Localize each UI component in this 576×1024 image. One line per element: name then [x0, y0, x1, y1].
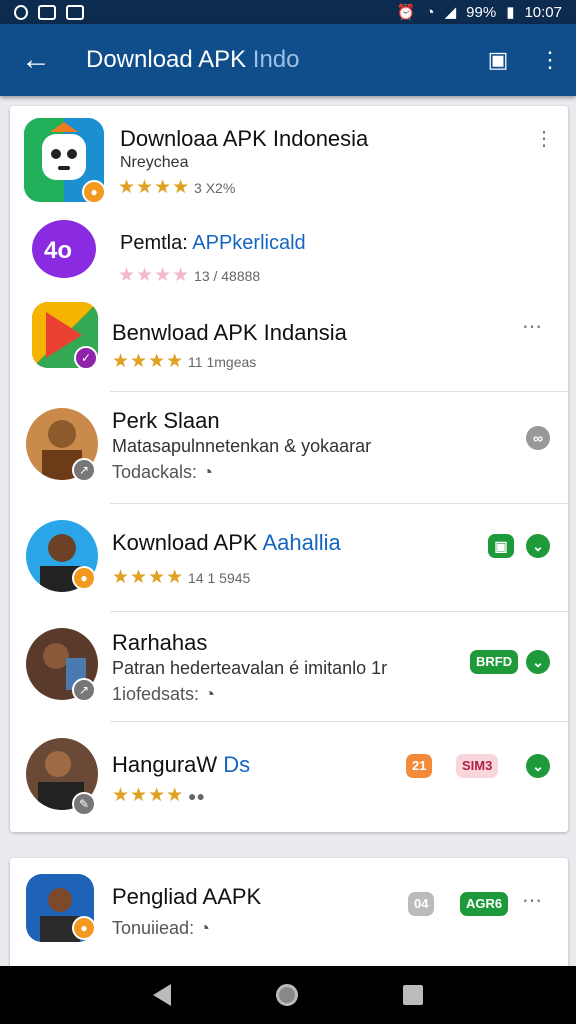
- emoji-icons: ●●: [188, 788, 205, 804]
- shield-icon[interactable]: ▣: [488, 534, 514, 558]
- item-rating: ★★★★ 3 X2%: [118, 176, 235, 199]
- item-title: Perk Slaan: [112, 408, 220, 433]
- badge-40-icon: 4o: [44, 237, 72, 264]
- battery-level: 99%: [466, 3, 497, 21]
- item-meta: 1iofedsats:: [112, 684, 200, 704]
- item-meta: Tonuiiead:: [112, 918, 195, 938]
- label-badge: SIM3: [456, 754, 499, 778]
- item-meta: 14 1 5945: [188, 570, 251, 586]
- list-item[interactable]: ✎ HanguraW Ds ★★★★ ●● 21 SIM3 ⌄: [10, 722, 568, 832]
- app-bar: ← Download APK Indo ▣ ⋮: [0, 24, 576, 96]
- wifi-icon: ◔: [425, 3, 435, 21]
- svg-text:4o: 4o: [44, 237, 72, 264]
- item-title-main: Pemtla:: [120, 232, 193, 254]
- signal-icon: ◢: [444, 4, 457, 21]
- download-icon[interactable]: ⌄: [526, 534, 550, 558]
- item-subtitle: Nreychea: [120, 154, 189, 171]
- notification-icon: [14, 4, 28, 20]
- item-title: HanguraW Ds: [112, 752, 250, 778]
- item-title-main: Kownload APK: [112, 530, 263, 555]
- item-title: Pengliad AAPK: [112, 884, 262, 909]
- list-item[interactable]: ↗ Rarhahas Patran hederteavalan é imitan…: [10, 612, 568, 722]
- item-meta: 3 X2%: [194, 180, 236, 196]
- item-title-accent: Ds: [217, 752, 251, 777]
- item-title: Kownload APK Aahallia: [112, 530, 341, 556]
- item-subtitle: Patran hederteavalan é imitanlo 1r: [112, 658, 388, 678]
- page-title: Download APK Indo: [72, 46, 472, 74]
- item-rating: ★★★★ ●●: [112, 784, 205, 807]
- status-notifications: [14, 4, 84, 20]
- title-main: Download APK: [86, 46, 247, 73]
- item-meta: 11 1mgeas: [188, 354, 257, 370]
- status-bar: ⏰ ◔ ◢ 99% ▮ 10:07: [0, 0, 576, 24]
- nav-back-icon[interactable]: [152, 984, 171, 1006]
- count-badge: 21: [406, 754, 433, 778]
- item-rating: ★★★★ 14 1 5945: [112, 566, 250, 589]
- item-title: Downloaa APK Indonesia: [120, 126, 369, 151]
- link-icon[interactable]: ∞: [526, 426, 550, 450]
- clock-icon: ◔: [202, 462, 213, 482]
- list-item[interactable]: ↗ Perk Slaan Matasapulnnetenkan & yokaar…: [10, 392, 568, 504]
- item-meta-row: Tonuiiead: ◔: [112, 918, 210, 939]
- list-item[interactable]: ● Downloaa APK Indonesia Nreychea ★★★★ 3…: [10, 106, 568, 214]
- app-icon: 4o: [32, 220, 96, 278]
- overflow-menu-icon[interactable]: ⋮: [524, 47, 576, 73]
- status-badge-icon: ↗: [72, 678, 96, 702]
- image-notification-icon: [38, 4, 56, 20]
- item-title: Pemtla: APPkerlicald: [120, 232, 306, 255]
- list-item[interactable]: ● Pengliad AAPK Tonuiiead: ◔ 04 AGR6 ⋯: [10, 858, 568, 958]
- update-badge-icon: ●: [72, 566, 96, 590]
- more-vert-icon[interactable]: ⋮: [534, 126, 554, 151]
- item-meta: 13 / 48888: [194, 268, 261, 284]
- title-suffix: Indo: [246, 46, 300, 73]
- status-badge-icon: ↗: [72, 458, 96, 482]
- item-meta: Todackals:: [112, 462, 198, 482]
- update-badge-icon: ●: [82, 180, 106, 204]
- item-rating: ★★★★ 13 / 48888: [118, 264, 260, 287]
- screenshot-icon[interactable]: ▣: [472, 47, 524, 73]
- clock-icon: ◔: [199, 918, 210, 938]
- clock-icon: ◔: [204, 684, 215, 704]
- status-badge: AGR6: [460, 892, 509, 916]
- rating-stars: ★★★★: [118, 265, 191, 286]
- status-badge-icon: ✎: [72, 792, 96, 816]
- list-item[interactable]: ● Kownload APK Aahallia ★★★★ 14 1 5945 ▣…: [10, 504, 568, 612]
- more-horiz-icon[interactable]: ⋯: [522, 888, 542, 913]
- clock: 10:07: [524, 3, 562, 21]
- count-badge: 04: [408, 892, 435, 916]
- list-item[interactable]: 4o Pemtla: APPkerlicald ★★★★ 13 / 48888: [10, 214, 568, 294]
- rating-stars: ★★★★: [112, 351, 185, 372]
- item-title: Rarhahas: [112, 630, 208, 655]
- back-arrow-icon[interactable]: ←: [0, 43, 72, 77]
- alarm-icon: ⏰: [396, 4, 416, 21]
- rating-stars: ★★★★: [112, 785, 185, 806]
- verified-badge-icon: ✓: [74, 346, 98, 370]
- list-item[interactable]: ✓ Benwload APK Indansia ★★★★ 11 1mgeas ⋯: [10, 294, 568, 392]
- status-system: ⏰ ◔ ◢ 99% ▮ 10:07: [396, 3, 562, 22]
- apps-card: ● Downloaa APK Indonesia Nreychea ★★★★ 3…: [10, 106, 568, 832]
- nav-recents-icon[interactable]: [403, 985, 424, 1005]
- system-nav-bar: [0, 966, 576, 1024]
- item-subtitle: Matasapulnnetenkan & yokaarar: [112, 436, 372, 456]
- item-title-accent: APPkerlicald: [192, 232, 306, 254]
- item-rating: ★★★★ 11 1mgeas: [112, 350, 256, 373]
- update-badge-icon: ●: [72, 916, 96, 940]
- nav-home-icon[interactable]: [275, 984, 298, 1006]
- gallery-notification-icon: [66, 4, 84, 20]
- battery-icon: ▮: [506, 4, 515, 21]
- status-badge: BRFD: [470, 650, 519, 674]
- download-icon[interactable]: ⌄: [526, 754, 550, 778]
- item-title-accent: Aahallia: [262, 530, 341, 555]
- item-title: Benwload APK Indansia: [112, 320, 347, 345]
- download-icon[interactable]: ⌄: [526, 650, 550, 674]
- rating-stars: ★★★★: [118, 177, 191, 198]
- item-meta-row: 1iofedsats: ◔: [112, 684, 215, 705]
- rating-stars: ★★★★: [112, 567, 185, 588]
- more-horiz-icon[interactable]: ⋯: [522, 314, 542, 339]
- item-title-main: HanguraW: [112, 752, 218, 777]
- item-meta-row: Todackals: ◔: [112, 462, 213, 483]
